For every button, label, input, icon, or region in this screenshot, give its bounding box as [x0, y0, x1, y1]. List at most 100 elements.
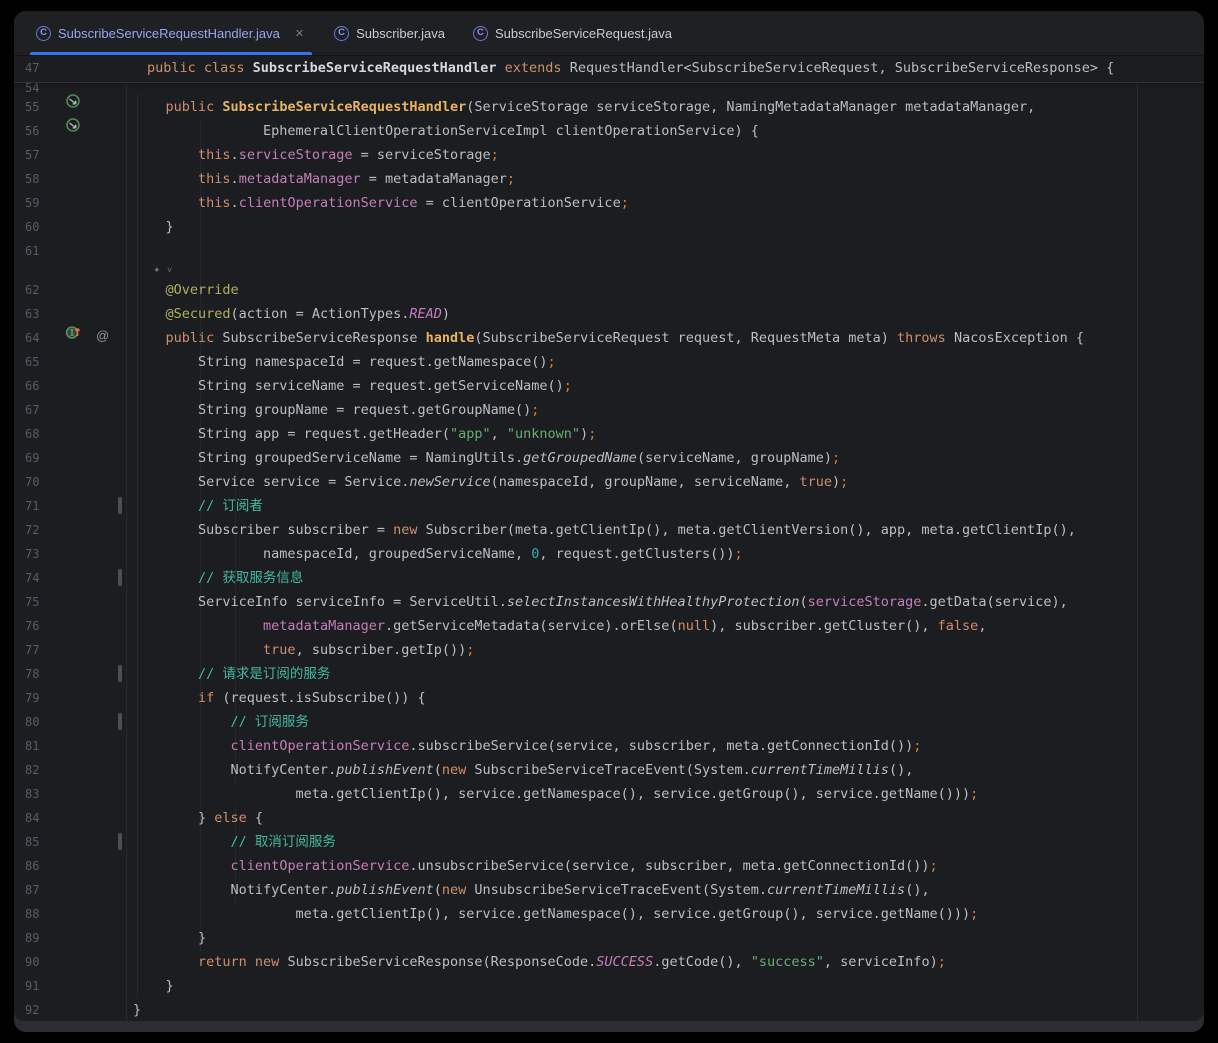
code-line[interactable]: 72 Subscriber subscriber = new Subscribe…	[14, 518, 1204, 542]
code-line[interactable]: 56 EphemeralClientOperationServiceImpl c…	[14, 119, 1204, 143]
code-line-content[interactable]: String serviceName = request.getServiceN…	[133, 374, 1204, 398]
code-line[interactable]: 90 return new SubscribeServiceResponse(R…	[14, 950, 1204, 974]
code-line[interactable]: 75 ServiceInfo serviceInfo = ServiceUtil…	[14, 590, 1204, 614]
code-line[interactable]: 61	[14, 239, 1204, 263]
code-line[interactable]: 63 @Secured(action = ActionTypes.READ)	[14, 302, 1204, 326]
line-number[interactable]: 70	[14, 470, 53, 494]
code-line-content[interactable]: EphemeralClientOperationServiceImpl clie…	[133, 119, 1204, 143]
overriding-method-gutter-icon[interactable]: I	[65, 324, 82, 348]
code-line[interactable]: 88 meta.getClientIp(), service.getNamesp…	[14, 902, 1204, 926]
code-line[interactable]: 78 // 请求是订阅的服务	[14, 662, 1204, 686]
code-line[interactable]: 77 true, subscriber.getIp());	[14, 638, 1204, 662]
code-line[interactable]: 71 // 订阅者	[14, 494, 1204, 518]
code-line[interactable]: 85 // 取消订阅服务	[14, 830, 1204, 854]
line-number[interactable]: 81	[14, 734, 53, 758]
code-line[interactable]: 65 String namespaceId = request.getNames…	[14, 350, 1204, 374]
code-line[interactable]: 92}	[14, 998, 1204, 1021]
code-line[interactable]: 81 clientOperationService.subscribeServi…	[14, 734, 1204, 758]
code-line[interactable]: 87 NotifyCenter.publishEvent(new Unsubsc…	[14, 878, 1204, 902]
code-line[interactable]: 76 metadataManager.getServiceMetadata(se…	[14, 614, 1204, 638]
line-number[interactable]: 86	[14, 854, 53, 878]
vcs-change-marker[interactable]	[118, 569, 122, 586]
line-number[interactable]: 55	[14, 95, 53, 119]
line-number[interactable]: 57	[14, 143, 53, 167]
line-number[interactable]: 69	[14, 446, 53, 470]
code-line[interactable]: 68 String app = request.getHeader("app",…	[14, 422, 1204, 446]
line-number[interactable]: 84	[14, 806, 53, 830]
code-line[interactable]: 91 }	[14, 974, 1204, 998]
code-line[interactable]: 58 this.metadataManager = metadataManage…	[14, 167, 1204, 191]
line-number[interactable]: 78	[14, 662, 53, 686]
close-tab-icon[interactable]: ✕	[293, 25, 306, 42]
code-line-content[interactable]: return new SubscribeServiceResponse(Resp…	[133, 950, 1204, 974]
code-line-content[interactable]: meta.getClientIp(), service.getNamespace…	[133, 902, 1204, 926]
line-number[interactable]: 85	[14, 830, 53, 854]
vcs-change-marker[interactable]	[118, 833, 122, 850]
code-line-content[interactable]: } else {	[133, 806, 1204, 830]
code-line-content[interactable]: metadataManager.getServiceMetadata(servi…	[133, 614, 1204, 638]
line-number[interactable]: 56	[14, 119, 53, 143]
code-line[interactable]: 70 Service service = Service.newService(…	[14, 470, 1204, 494]
line-number[interactable]: 62	[14, 278, 53, 302]
line-number[interactable]: 75	[14, 590, 53, 614]
code-line-content[interactable]: }	[133, 998, 1204, 1021]
tab-subscribe-service-request[interactable]: C SubscribeServiceRequest.java	[459, 11, 686, 55]
line-number[interactable]: 92	[14, 998, 53, 1021]
code-line-content[interactable]: namespaceId, groupedServiceName, 0, requ…	[133, 542, 1204, 566]
code-line-content[interactable]: String app = request.getHeader("app", "u…	[133, 422, 1204, 446]
code-line-content[interactable]: String groupedServiceName = NamingUtils.…	[133, 446, 1204, 470]
line-number[interactable]: 61	[14, 239, 53, 263]
code-line[interactable]: 82 NotifyCenter.publishEvent(new Subscri…	[14, 758, 1204, 782]
code-line-content[interactable]: clientOperationService.subscribeService(…	[133, 734, 1204, 758]
code-line-content[interactable]	[133, 239, 1204, 263]
code-line-content[interactable]: }	[133, 926, 1204, 950]
code-line[interactable]: 73 namespaceId, groupedServiceName, 0, r…	[14, 542, 1204, 566]
code-line[interactable]: 79 if (request.isSubscribe()) {	[14, 686, 1204, 710]
code-line-content[interactable]: public SubscribeServiceRequestHandler(Se…	[133, 95, 1204, 119]
code-line-content[interactable]: Subscriber subscriber = new Subscriber(m…	[133, 518, 1204, 542]
line-number[interactable]: 66	[14, 374, 53, 398]
code-line-content[interactable]: if (request.isSubscribe()) {	[133, 686, 1204, 710]
line-number[interactable]: 82	[14, 758, 53, 782]
code-line-content[interactable]: clientOperationService.unsubscribeServic…	[133, 854, 1204, 878]
code-line-content[interactable]: Service service = Service.newService(nam…	[133, 470, 1204, 494]
line-number[interactable]: 72	[14, 518, 53, 542]
code-line[interactable]: 62 @Override	[14, 278, 1204, 302]
line-number[interactable]: 54	[14, 83, 53, 95]
line-number[interactable]: 47	[14, 56, 53, 82]
line-number[interactable]: 80	[14, 710, 53, 734]
code-line-content[interactable]: // 订阅服务	[133, 710, 1204, 734]
line-number[interactable]: 76	[14, 614, 53, 638]
code-line-content[interactable]: }	[133, 974, 1204, 998]
code-line-content[interactable]: // 请求是订阅的服务	[133, 662, 1204, 686]
line-number[interactable]: 77	[14, 638, 53, 662]
vcs-change-marker[interactable]	[118, 497, 122, 514]
line-number[interactable]: 58	[14, 167, 53, 191]
code-line[interactable]: 57 this.serviceStorage = serviceStorage;	[14, 143, 1204, 167]
line-number[interactable]: 60	[14, 215, 53, 239]
line-number[interactable]: 63	[14, 302, 53, 326]
line-number[interactable]: 79	[14, 686, 53, 710]
sticky-header-line[interactable]: 47 public class SubscribeServiceRequestH…	[14, 56, 1204, 83]
code-line-content[interactable]: meta.getClientIp(), service.getNamespace…	[133, 782, 1204, 806]
annotation-gutter-icon[interactable]: @	[96, 324, 109, 348]
line-number[interactable]: 91	[14, 974, 53, 998]
line-number[interactable]: 65	[14, 350, 53, 374]
usages-gutter-icon[interactable]	[65, 93, 81, 117]
code-line-content[interactable]: NotifyCenter.publishEvent(new Unsubscrib…	[133, 878, 1204, 902]
line-number[interactable]: 90	[14, 950, 53, 974]
line-number[interactable]: 71	[14, 494, 53, 518]
code-line-content[interactable]: @Override	[133, 278, 1204, 302]
code-editor[interactable]: 47 public class SubscribeServiceRequestH…	[14, 56, 1204, 1021]
code-line[interactable]: 83 meta.getClientIp(), service.getNamesp…	[14, 782, 1204, 806]
tab-subscribe-service-request-handler[interactable]: C SubscribeServiceRequestHandler.java ✕	[22, 11, 320, 55]
code-line-content[interactable]: true, subscriber.getIp());	[133, 638, 1204, 662]
code-line-content[interactable]: @Secured(action = ActionTypes.READ)	[133, 302, 1204, 326]
line-number[interactable]: 59	[14, 191, 53, 215]
code-line[interactable]: 74 // 获取服务信息	[14, 566, 1204, 590]
code-line[interactable]: 66 String serviceName = request.getServi…	[14, 374, 1204, 398]
code-line-content[interactable]: ServiceInfo serviceInfo = ServiceUtil.se…	[133, 590, 1204, 614]
code-line[interactable]: 55 public SubscribeServiceRequestHandler…	[14, 95, 1204, 119]
code-line-content[interactable]: this.serviceStorage = serviceStorage;	[133, 143, 1204, 167]
code-line-content[interactable]: String groupName = request.getGroupName(…	[133, 398, 1204, 422]
